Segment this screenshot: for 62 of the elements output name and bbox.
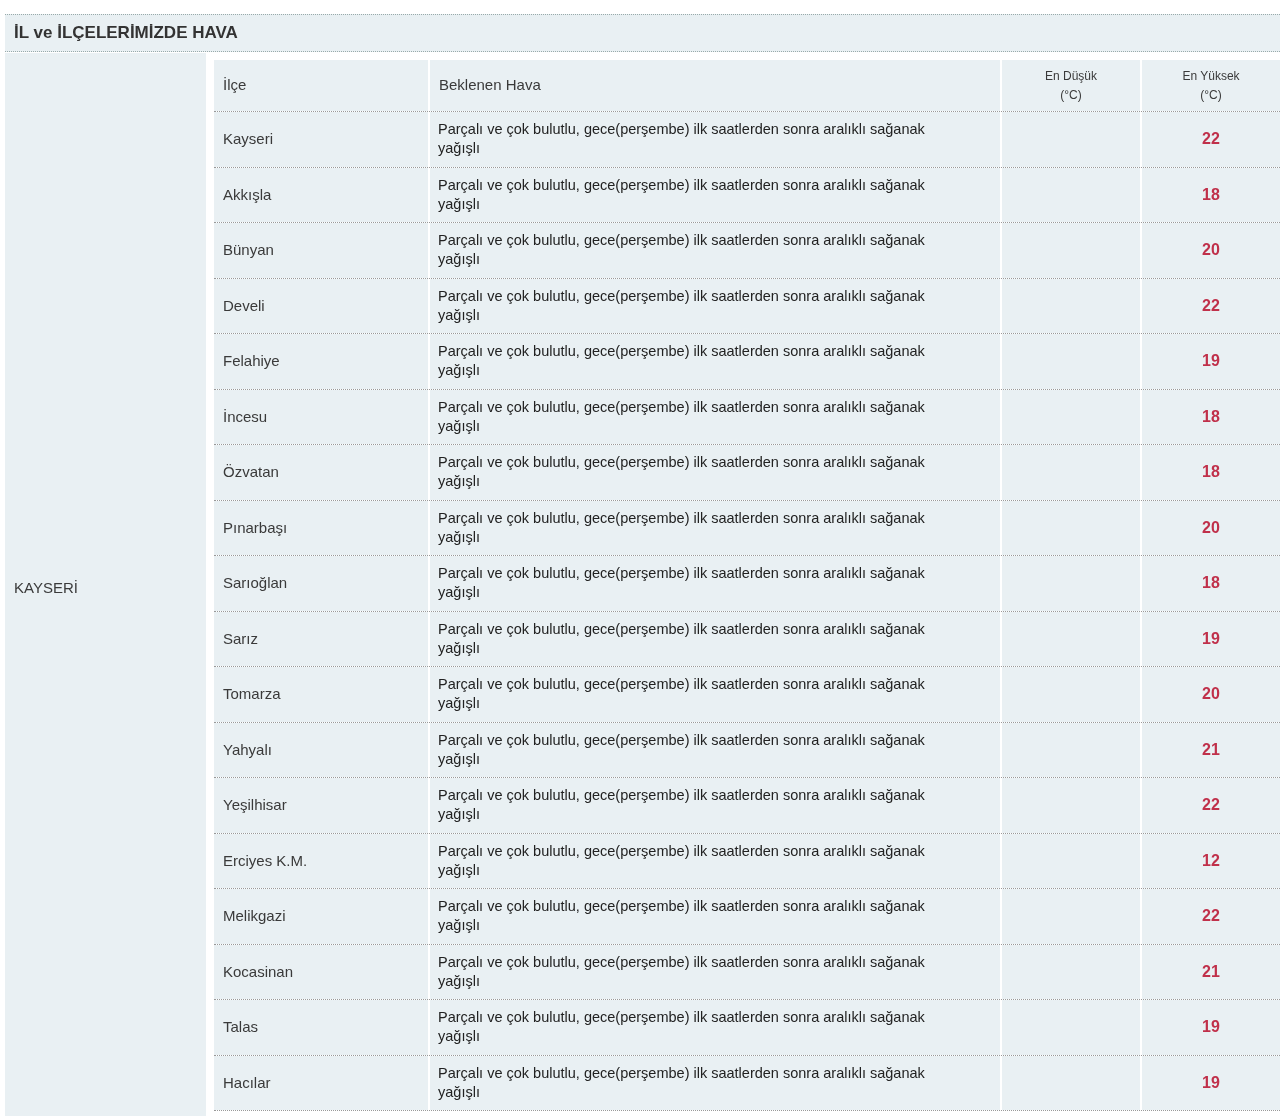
district-name: Kayseri xyxy=(223,129,274,149)
district-name: Develi xyxy=(223,295,265,316)
high-temperature: 22 xyxy=(1202,129,1220,150)
forecast-text: Parçalı ve çok bulutlu, gece(perşembe) ilk saatlerden sonra aralıklı sağanak yağışlı xyxy=(438,508,926,547)
high-temperature: 19 xyxy=(1202,351,1220,372)
district-name: Pınarbaşı xyxy=(223,517,288,538)
high-temperature: 19 xyxy=(1202,1072,1220,1093)
high-temperature: 20 xyxy=(1202,517,1220,538)
column-header: En Yüksek xyxy=(1182,67,1240,85)
column-header: En Düşük xyxy=(1045,67,1097,85)
district-name: Sarız xyxy=(223,628,258,649)
high-temperature: 20 xyxy=(1202,240,1220,261)
high-temperature: 12 xyxy=(1202,850,1220,871)
district-name: Tomarza xyxy=(223,684,281,704)
high-temperature: 21 xyxy=(1202,961,1220,982)
forecast-text: Parçalı ve çok bulutlu, gece(perşembe) ilk saatlerden sonra aralıklı sağanak yağışlı xyxy=(438,786,926,825)
high-temperature: 18 xyxy=(1202,462,1220,483)
district-name: Sarıoğlan xyxy=(223,573,288,593)
forecast-text: Parçalı ve çok bulutlu, gece(perşembe) ilk saatlerden sonra aralıklı sağanak yağışlı xyxy=(438,397,926,436)
high-temperature: 19 xyxy=(1202,1017,1220,1038)
forecast-text: Parçalı ve çok bulutlu, gece(perşembe) ilk saatlerden sonra aralıklı sağanak yağışlı xyxy=(438,286,926,325)
unit-label: (°C) xyxy=(1200,86,1222,104)
district-name: Özvatan xyxy=(223,462,279,482)
high-temperature: 22 xyxy=(1202,906,1220,927)
district-name: İncesu xyxy=(223,406,268,427)
column-header: İlçe xyxy=(223,75,247,96)
district-name: Felahiye xyxy=(223,351,280,371)
forecast-text: Parçalı ve çok bulutlu, gece(perşembe) ilk saatlerden sonra aralıklı sağanak yağışlı xyxy=(438,675,926,714)
forecast-text: Parçalı ve çok bulutlu, gece(perşembe) ilk saatlerden sonra aralıklı sağanak yağışlı xyxy=(438,619,926,658)
unit-label: (°C) xyxy=(1060,86,1082,104)
forecast-text: Parçalı ve çok bulutlu, gece(perşembe) ilk saatlerden sonra aralıklı sağanak yağışlı xyxy=(438,1008,926,1047)
forecast-text: Parçalı ve çok bulutlu, gece(perşembe) ilk saatlerden sonra aralıklı sağanak yağışlı xyxy=(438,231,926,270)
section-title: İL ve İLÇELERİMİZDE HAVA xyxy=(14,22,238,45)
forecast-text: Parçalı ve çok bulutlu, gece(perşembe) ilk saatlerden sonra aralıklı sağanak yağışlı xyxy=(438,342,926,381)
district-name: Akkışla xyxy=(223,184,272,205)
province-name: KAYSERİ xyxy=(14,577,78,598)
district-name: Hacılar xyxy=(223,1072,271,1093)
district-name: Melikgazi xyxy=(223,906,286,926)
district-name: Talas xyxy=(223,1017,259,1037)
forecast-text: Parçalı ve çok bulutlu, gece(perşembe) ilk saatlerden sonra aralıklı sağanak yağışlı xyxy=(438,175,926,214)
district-name: Bünyan xyxy=(223,240,274,260)
high-temperature: 18 xyxy=(1202,184,1220,205)
high-temperature: 20 xyxy=(1202,684,1220,705)
column-header: Beklenen Hava xyxy=(439,75,541,96)
high-temperature: 21 xyxy=(1202,739,1220,760)
high-temperature: 19 xyxy=(1202,628,1220,649)
district-name: Yahyalı xyxy=(223,739,272,760)
high-temperature: 22 xyxy=(1202,795,1220,816)
forecast-text: Parçalı ve çok bulutlu, gece(perşembe) ilk saatlerden sonra aralıklı sağanak yağışlı xyxy=(438,564,926,603)
high-temperature: 18 xyxy=(1202,573,1220,594)
high-temperature: 18 xyxy=(1202,406,1220,427)
high-temperature: 22 xyxy=(1202,295,1220,316)
district-name: Yeşilhisar xyxy=(223,795,287,815)
forecast-text: Parçalı ve çok bulutlu, gece(perşembe) ilk saatlerden sonra aralıklı sağanak yağışlı xyxy=(438,841,926,880)
district-name: Kocasinan xyxy=(223,961,294,982)
forecast-text: Parçalı ve çok bulutlu, gece(perşembe) ilk saatlerden sonra aralıklı sağanak yağışlı xyxy=(438,730,926,769)
forecast-text: Parçalı ve çok bulutlu, gece(perşembe) ilk saatlerden sonra aralıklı sağanak yağışlı xyxy=(438,1063,926,1102)
forecast-text: Parçalı ve çok bulutlu, gece(perşembe) ilk saatlerden sonra aralıklı sağanak yağışlı xyxy=(438,952,926,991)
forecast-text: Parçalı ve çok bulutlu, gece(perşembe) ilk saatlerden sonra aralıklı sağanak yağışlı xyxy=(438,120,926,159)
forecast-text: Parçalı ve çok bulutlu, gece(perşembe) ilk saatlerden sonra aralıklı sağanak yağışlı xyxy=(438,897,926,936)
district-name: Erciyes K.M. xyxy=(223,850,308,871)
forecast-text: Parçalı ve çok bulutlu, gece(perşembe) ilk saatlerden sonra aralıklı sağanak yağışlı xyxy=(438,453,926,492)
